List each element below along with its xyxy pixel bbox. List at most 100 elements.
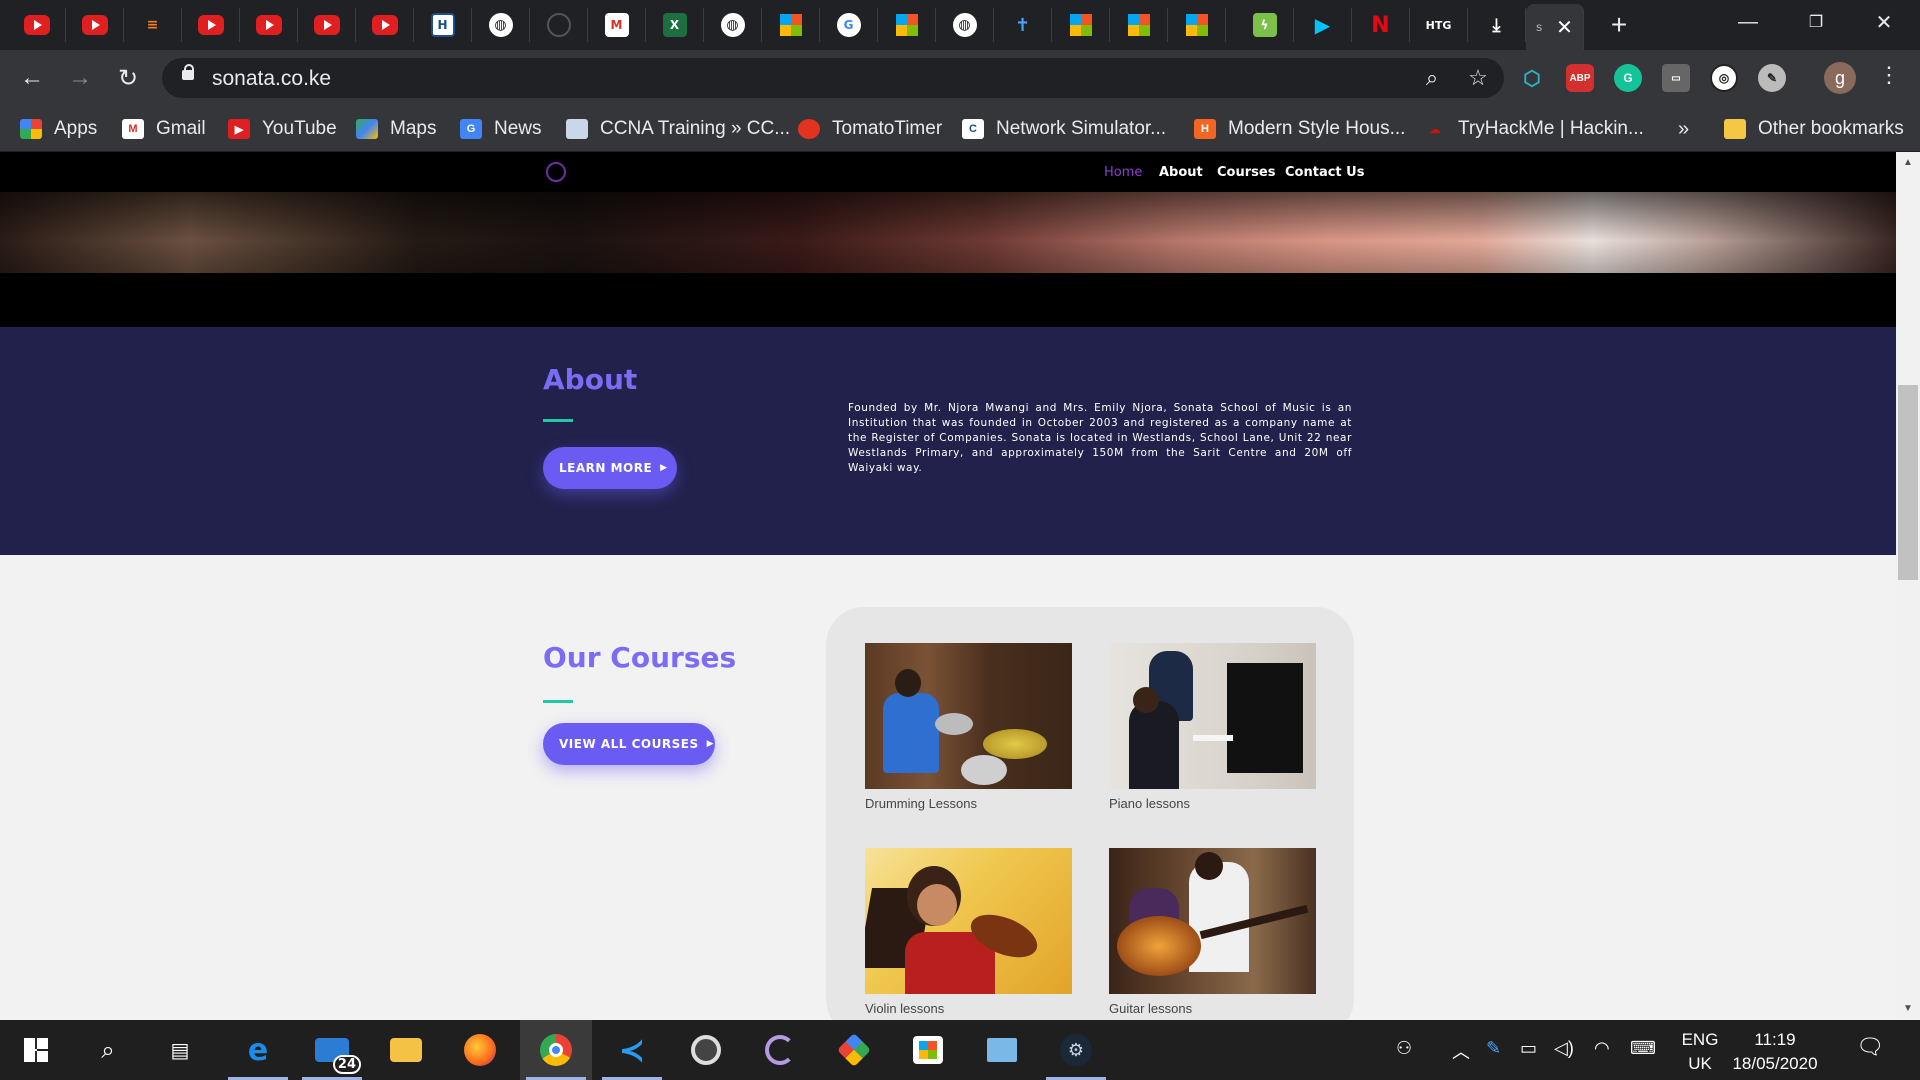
- minimize-icon[interactable]: —: [1718, 0, 1778, 44]
- bookmark-gmail[interactable]: M Gmail: [122, 114, 206, 144]
- tab[interactable]: [1052, 8, 1110, 42]
- tab[interactable]: G: [820, 8, 878, 42]
- taskbar-chrome[interactable]: [520, 1020, 592, 1080]
- show-hidden-icons[interactable]: ︿: [1452, 1038, 1470, 1064]
- tab[interactable]: [1168, 8, 1226, 42]
- tab[interactable]: [182, 8, 240, 42]
- task-view-button[interactable]: ▤: [144, 1020, 216, 1080]
- start-button[interactable]: [0, 1020, 72, 1080]
- other-bookmarks[interactable]: Other bookmarks: [1724, 114, 1904, 144]
- wifi-icon[interactable]: ◠: [1594, 1038, 1610, 1059]
- bookmark-modern-style[interactable]: H Modern Style Hous...: [1194, 114, 1405, 144]
- taskbar-steam[interactable]: ⚙: [1040, 1020, 1112, 1080]
- taskbar-media[interactable]: [670, 1020, 742, 1080]
- tab[interactable]: [298, 8, 356, 42]
- battery-icon[interactable]: ▭: [1520, 1038, 1537, 1059]
- extension-circle-icon[interactable]: ◎: [1710, 64, 1738, 92]
- tab[interactable]: [8, 8, 66, 42]
- tab[interactable]: [1110, 8, 1168, 42]
- bookmark-tryhackme[interactable]: ☁ TryHackMe | Hackin...: [1424, 114, 1644, 144]
- taskbar-edge[interactable]: e: [222, 1020, 294, 1080]
- tab[interactable]: ◍: [936, 8, 994, 42]
- tab[interactable]: [240, 8, 298, 42]
- nav-courses[interactable]: Courses: [1217, 165, 1275, 180]
- extension-pen-icon[interactable]: ✎: [1758, 64, 1786, 92]
- adblock-plus-icon[interactable]: ABP: [1566, 64, 1594, 92]
- bookmark-news[interactable]: G News: [460, 114, 542, 144]
- bookmark-maps[interactable]: Maps: [356, 114, 436, 144]
- close-window-icon[interactable]: ✕: [1854, 0, 1914, 44]
- menu-kebab-icon[interactable]: ⋮: [1878, 62, 1900, 88]
- scrollbar-thumb[interactable]: [1898, 385, 1918, 580]
- zoom-icon[interactable]: ⌕: [1418, 64, 1446, 92]
- nav-about[interactable]: About: [1159, 165, 1203, 180]
- grammarly-icon[interactable]: G: [1614, 64, 1642, 92]
- taskbar-vscode[interactable]: ≺: [596, 1020, 668, 1080]
- tab[interactable]: [356, 8, 414, 42]
- bookmarks-overflow-button[interactable]: »: [1678, 114, 1689, 144]
- url-text[interactable]: sonata.co.ke: [212, 67, 331, 91]
- course-drumming[interactable]: Drumming Lessons: [865, 643, 1072, 811]
- taskbar-firefox[interactable]: [444, 1020, 516, 1080]
- language-indicator[interactable]: ENG UK: [1676, 1028, 1724, 1076]
- tab[interactable]: ▶: [1294, 8, 1352, 42]
- taskbar-mail[interactable]: 24: [296, 1020, 368, 1080]
- back-icon[interactable]: ←: [16, 62, 48, 94]
- taskbar-store[interactable]: [892, 1020, 964, 1080]
- close-tab-icon[interactable]: ✕: [1556, 15, 1573, 40]
- notifications-icon[interactable]: 🗨: [1856, 1034, 1884, 1060]
- tab[interactable]: ⤓: [1468, 8, 1526, 42]
- tab[interactable]: [878, 8, 936, 42]
- people-icon[interactable]: ⚇: [1396, 1038, 1412, 1059]
- extension-cast-icon[interactable]: ▭: [1662, 64, 1690, 92]
- restore-icon[interactable]: ❐: [1786, 0, 1846, 44]
- bookmark-star-icon[interactable]: ☆: [1464, 64, 1492, 92]
- new-tab-button[interactable]: +: [1606, 10, 1632, 40]
- tab[interactable]: N: [1352, 8, 1410, 42]
- bookmark-label: YouTube: [262, 118, 337, 139]
- reload-icon[interactable]: ↻: [112, 62, 144, 94]
- tab[interactable]: [762, 8, 820, 42]
- tab[interactable]: [530, 8, 588, 42]
- search-button[interactable]: ⌕: [72, 1020, 144, 1080]
- forward-icon[interactable]: →: [64, 62, 96, 94]
- bookmark-ccna[interactable]: CCNA Training » CC...: [566, 114, 790, 144]
- course-violin[interactable]: Violin lessons: [865, 848, 1072, 1016]
- course-piano[interactable]: Piano lessons: [1109, 643, 1316, 811]
- system-clock[interactable]: 11:19 18/05/2020: [1730, 1028, 1820, 1076]
- tab[interactable]: ✝: [994, 8, 1052, 42]
- volume-icon[interactable]: ◁): [1554, 1038, 1574, 1059]
- learn-more-button[interactable]: LEARN MORE ▶: [543, 447, 677, 489]
- tab[interactable]: X: [646, 8, 704, 42]
- extension-network-icon[interactable]: ⬡: [1518, 64, 1546, 92]
- address-bar[interactable]: sonata.co.ke ⌕ ☆: [162, 58, 1504, 98]
- page-scrollbar[interactable]: [1896, 152, 1920, 1020]
- tab[interactable]: ≡: [124, 8, 182, 42]
- profile-avatar[interactable]: g: [1824, 62, 1856, 94]
- tab[interactable]: ◍: [472, 8, 530, 42]
- scroll-up-icon[interactable]: ▲: [1898, 154, 1918, 172]
- taskbar-file-explorer[interactable]: [370, 1020, 442, 1080]
- tab[interactable]: ◍: [704, 8, 762, 42]
- course-guitar[interactable]: Guitar lessons: [1109, 848, 1316, 1016]
- tab[interactable]: [66, 8, 124, 42]
- tab[interactable]: M: [588, 8, 646, 42]
- taskbar-control-panel[interactable]: [966, 1020, 1038, 1080]
- bookmark-youtube[interactable]: ▶ YouTube: [228, 114, 337, 144]
- bookmark-network-simulator[interactable]: C Network Simulator...: [962, 114, 1166, 144]
- tab[interactable]: ϟ: [1236, 8, 1294, 42]
- scroll-down-icon[interactable]: ▼: [1898, 1000, 1918, 1018]
- nav-contact-us[interactable]: Contact Us: [1285, 165, 1364, 180]
- keyboard-icon[interactable]: ⌨: [1630, 1038, 1656, 1059]
- tab[interactable]: H: [414, 8, 472, 42]
- tab[interactable]: HTG: [1410, 8, 1468, 42]
- nav-home[interactable]: Home: [1104, 165, 1142, 180]
- tab-active[interactable]: s ✕: [1526, 4, 1584, 50]
- bookmark-tomatotimer[interactable]: TomatoTimer: [798, 114, 942, 144]
- tray-app-icon[interactable]: ✎: [1486, 1038, 1501, 1059]
- site-logo[interactable]: [546, 162, 566, 182]
- taskbar-app-arc[interactable]: [744, 1020, 816, 1080]
- bookmark-apps[interactable]: Apps: [20, 114, 97, 144]
- view-all-courses-button[interactable]: VIEW ALL COURSES ▶: [543, 723, 715, 765]
- taskbar-app-diamond[interactable]: [818, 1020, 890, 1080]
